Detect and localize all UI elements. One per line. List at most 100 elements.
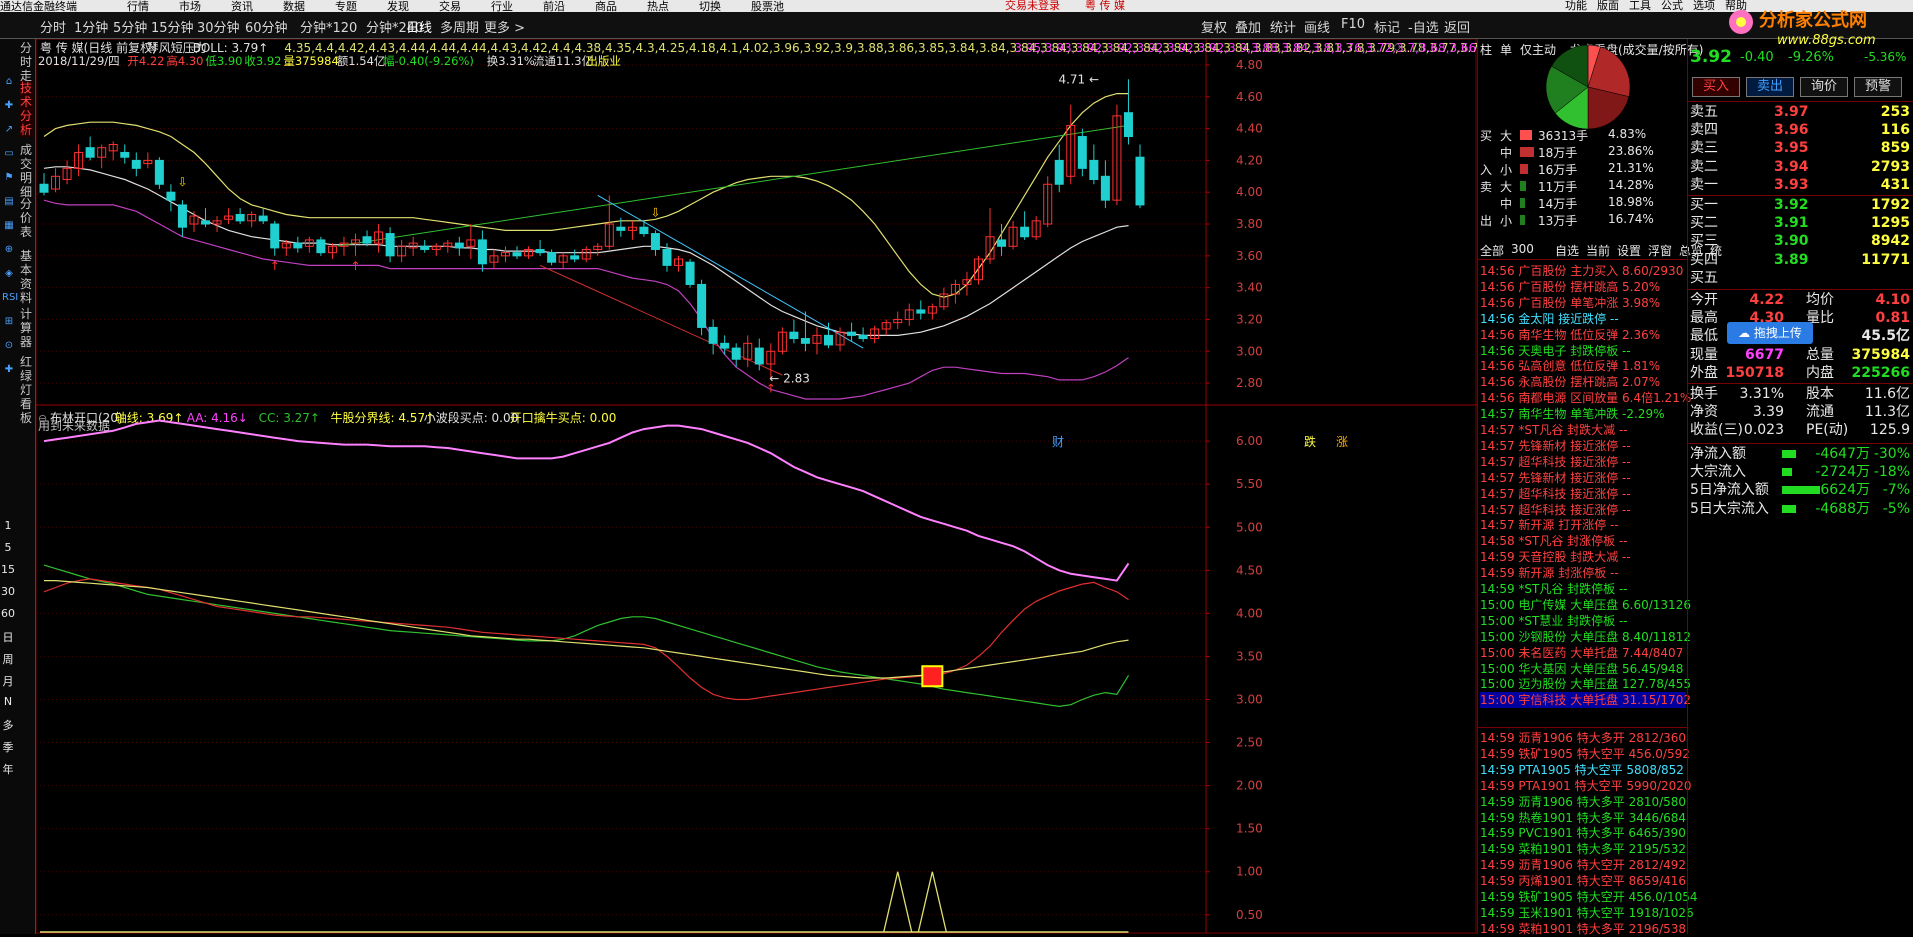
bid-row[interactable]: 买四 3.89 11771 [1688,251,1913,269]
candle-body[interactable] [800,338,810,344]
bid-row[interactable]: 买三 3.90 8942 [1688,232,1913,250]
candle-body[interactable] [201,220,211,225]
candle-body[interactable] [616,226,626,231]
tool-icon[interactable]: RSI [2,291,18,305]
menu-right-item[interactable]: 选项 [1693,0,1715,12]
futures-alert-row[interactable]: 14:59 沥青1906 特大多开 2812/360 [1480,730,1686,746]
filter-tab[interactable]: 当前 [1586,242,1610,259]
period-tab[interactable]: 分时 [40,17,66,36]
collapse-icon[interactable]: ⊖ [38,412,47,425]
tick-alert-row[interactable]: 14:56 天奥电子 封跌停板 -- [1480,343,1686,359]
candle-body[interactable] [258,215,268,222]
tool-icon[interactable]: ▭ [2,147,16,161]
tick-alert-row[interactable]: 14:59 *ST凡谷 封跌停板 -- [1480,581,1686,597]
candle-body[interactable] [120,151,130,158]
trade-button[interactable]: 预警 [1854,77,1902,97]
tick-alert-row[interactable]: 14:57 新开源 打开涨停 -- [1480,517,1686,533]
tool-icon[interactable]: ✚ [2,99,16,113]
tool-icon[interactable]: ▤ [2,195,16,209]
candle-body[interactable] [789,331,799,340]
expand-icon[interactable]: ◇ [1393,40,1402,53]
side-tab[interactable]: 技术分析 [19,81,33,137]
tool-icon[interactable]: ⊕ [2,243,16,257]
tick-alert-row[interactable]: 14:57 南华生物 单笔冲跌 -2.29% [1480,406,1686,422]
ask-row[interactable]: 卖三 3.95 859 [1688,139,1913,157]
candle-body[interactable] [316,239,326,254]
tick-alert-row[interactable]: 14:58 *ST凡谷 封涨停板 -- [1480,533,1686,549]
period-tab[interactable]: 更多 > [484,17,525,36]
tick-alert-row[interactable]: 14:56 广百股份 主力买入 8.60/2930 [1480,263,1686,279]
toolbar-button[interactable]: 叠加 [1235,17,1261,36]
tool-icon[interactable]: ▦ [2,219,16,233]
candle-body[interactable] [997,239,1007,247]
candle-body[interactable] [154,159,164,185]
candle-body[interactable] [731,347,741,360]
menu-item[interactable]: 市场 [179,1,201,13]
candle-body[interactable] [720,342,730,349]
futures-alert-row[interactable]: 14:59 沥青1906 特大空开 2812/492 [1480,857,1686,873]
period-shortcut[interactable]: 15 [1,563,15,576]
tick-alert-row[interactable]: 14:59 天音控股 封跌大减 -- [1480,549,1686,565]
futures-alert-row[interactable]: 14:59 铁矿1905 特大空开 456.0/1054 [1480,889,1698,905]
period-shortcut[interactable]: 30 [1,585,15,598]
futures-alert-row[interactable]: 14:59 PTA1901 特大空平 5990/2020 [1480,778,1692,794]
candle-body[interactable] [708,326,718,344]
candle-body[interactable] [166,191,176,201]
futures-alert-row[interactable]: 14:59 丙烯1901 特大空平 8659/416 [1480,873,1686,889]
tick-alert-row[interactable]: 14:56 广百股份 单笔冲涨 3.98% [1480,295,1686,311]
candle-body[interactable] [362,236,372,244]
tool-icon[interactable]: ⚑ [2,171,16,185]
tick-alert-row[interactable]: 15:00 华大基因 大单压盘 56.45/948 [1480,661,1686,677]
period-shortcut[interactable]: 日 [1,629,15,645]
period-shortcut[interactable]: 60 [1,607,15,620]
menu-right-item[interactable]: 版面 [1597,0,1619,12]
candle-body[interactable] [1100,175,1110,201]
candle-body[interactable] [697,283,707,328]
toolbar-button[interactable]: 返回 [1444,17,1470,36]
menu-item[interactable]: 行业 [491,1,513,13]
period-shortcut[interactable]: 月 [1,673,15,689]
period-shortcut[interactable]: 季 [1,739,15,755]
candle-body[interactable] [420,245,430,250]
toolbar-button[interactable]: F10 [1341,17,1365,32]
futures-alert-row[interactable]: 14:59 铁矿1905 特大空平 456.0/592 [1480,746,1690,762]
trade-button[interactable]: 卖出 [1746,77,1794,97]
menu-item[interactable]: 交易 [439,1,461,13]
candle-body[interactable] [385,233,395,257]
side-tab[interactable]: 成交明细 [19,143,33,199]
window-icon[interactable]: □ [1412,40,1422,53]
candle-body[interactable] [477,239,487,265]
tick-alert-row[interactable]: 14:57 先锋新材 接近涨停 -- [1480,470,1686,486]
menu-right-item[interactable]: 功能 [1565,0,1587,12]
candle-body[interactable] [131,159,141,169]
toolbar-button[interactable]: 画线 [1304,17,1330,36]
kline-svg[interactable]: 4.80 4.60 4.40 4.20 4.00 3.80 3.60 3.40 3.20 3.00… [36,39,1477,934]
filter-tab[interactable]: 浮窗 [1648,242,1672,259]
tick-alert-row[interactable]: 14:56 弘高创意 低位反弹 1.81% [1480,358,1686,374]
mid-tab[interactable]: 单 [1500,41,1512,58]
candle-body[interactable] [662,248,672,266]
bid-row[interactable]: 买一 3.92 1792 [1688,196,1913,214]
tick-alert-row[interactable]: 15:00 未名医药 大单托盘 7.44/8407 [1480,645,1686,661]
menu-item[interactable]: 商品 [595,1,617,13]
filter-tab[interactable]: 设置 [1617,242,1641,259]
candle-body[interactable] [650,233,660,250]
futures-alert-row[interactable]: 14:59 PVC1901 特大多平 6465/390 [1480,825,1686,841]
menu-item[interactable]: 专题 [335,1,357,13]
period-shortcut[interactable]: N [1,695,15,708]
tick-alert-row[interactable]: 14:59 新开源 封涨停板 -- [1480,565,1686,581]
candle-body[interactable] [1135,156,1145,206]
candle-body[interactable] [570,255,580,260]
menu-item[interactable]: 行情 [127,1,149,13]
period-tab[interactable]: 1分钟 [74,17,108,36]
candle-body[interactable] [1054,159,1064,185]
tool-icon[interactable]: ↗ [2,123,16,137]
candle-body[interactable] [293,242,303,249]
futures-alert-row[interactable]: 14:59 热卷1901 特大多平 3446/684 [1480,810,1686,826]
period-shortcut[interactable]: 1 [1,519,15,532]
bid-row[interactable]: 买二 3.91 1295 [1688,214,1913,232]
candle-body[interactable] [858,334,868,340]
tick-alert-row[interactable]: 14:56 广百股份 摆杆跳高 5.20% [1480,279,1686,295]
candle-body[interactable] [85,147,95,158]
buy-signal-box[interactable] [921,665,944,688]
